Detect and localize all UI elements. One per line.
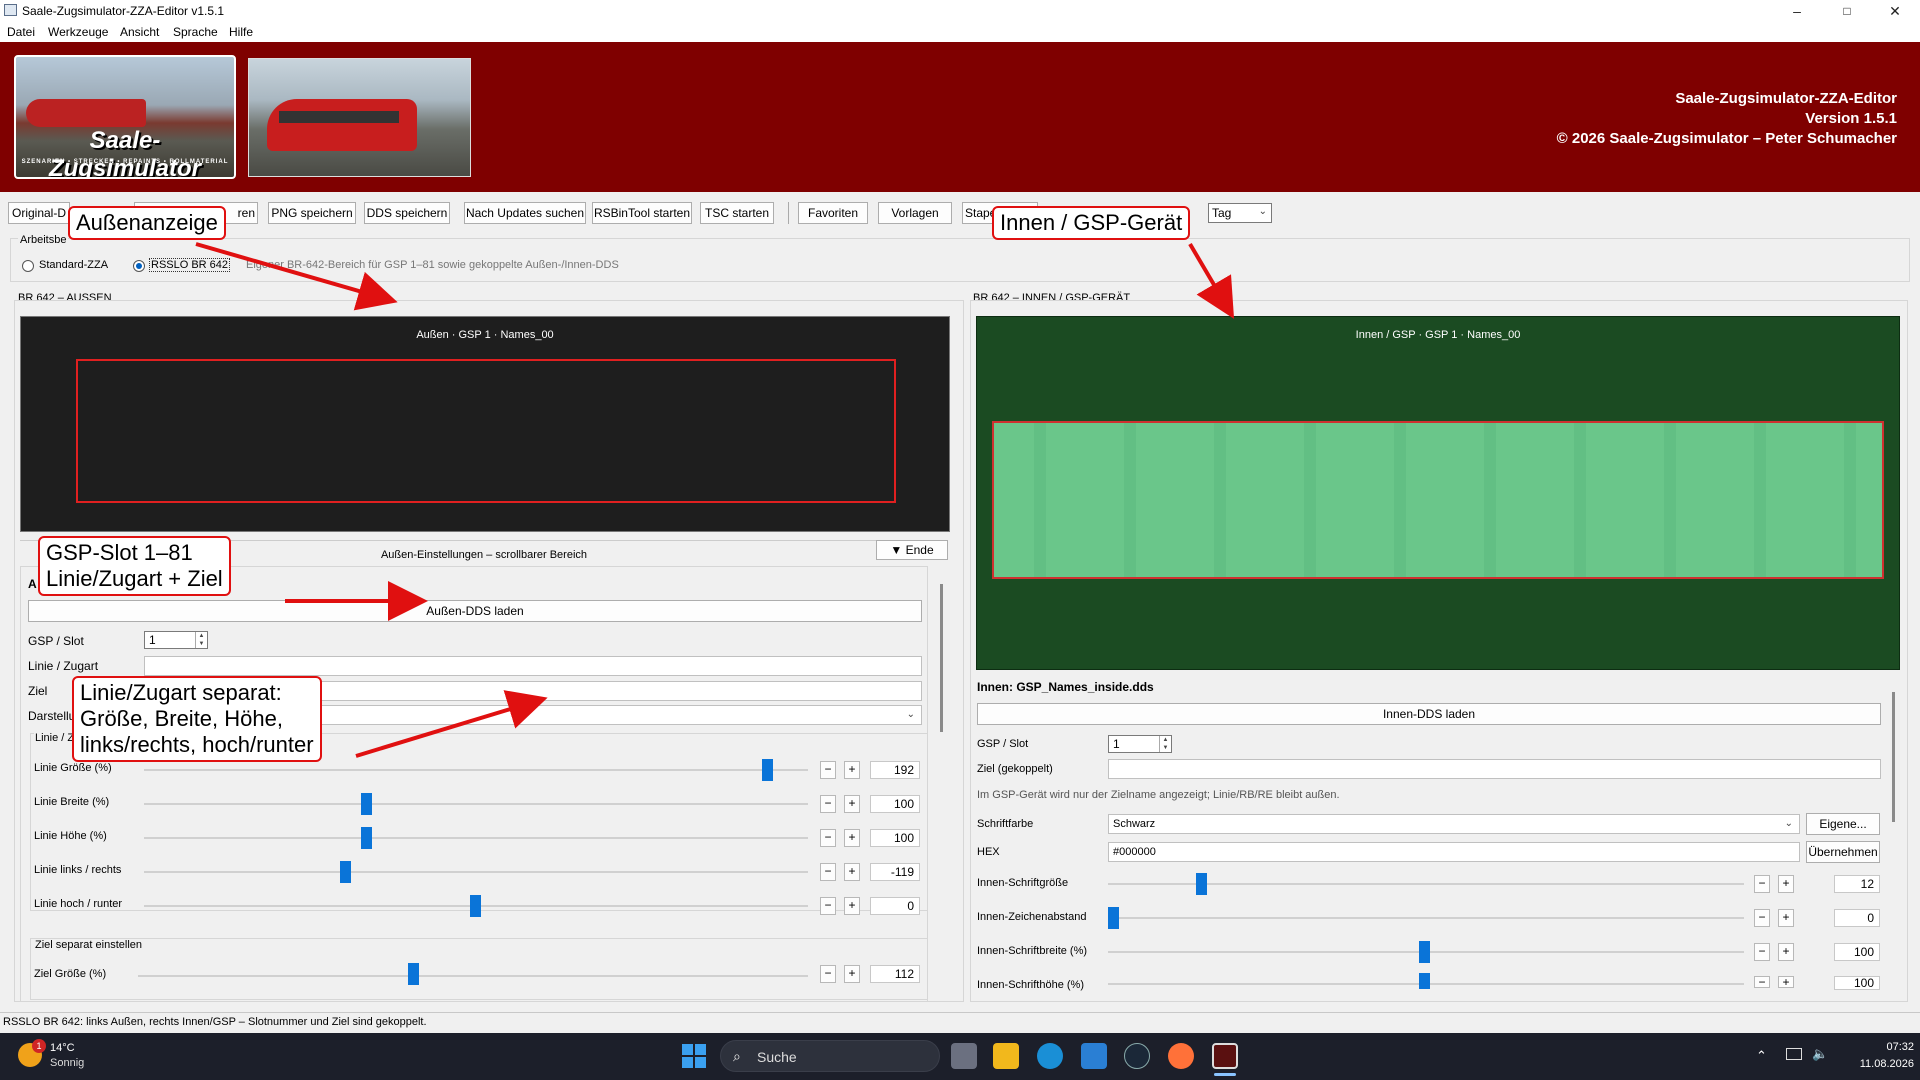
annotation-linie-line2: Größe, Breite, Höhe,	[80, 706, 283, 731]
annotation-slot-line2: Linie/Zugart + Ziel	[46, 566, 223, 591]
annotation-linie-line3: links/rechts, hoch/runter	[80, 732, 314, 757]
annotation-slot: GSP-Slot 1–81 Linie/Zugart + Ziel	[38, 536, 231, 596]
annotation-linie: Linie/Zugart separat: Größe, Breite, Höh…	[72, 676, 322, 762]
annotation-linie-line1: Linie/Zugart separat:	[80, 680, 282, 705]
annotation-slot-line1: GSP-Slot 1–81	[46, 540, 193, 565]
annotation-inside: Innen / GSP-Gerät	[992, 206, 1191, 240]
annotation-outside: Außenanzeige	[68, 206, 226, 240]
annotation-arrows	[195, 242, 1235, 758]
